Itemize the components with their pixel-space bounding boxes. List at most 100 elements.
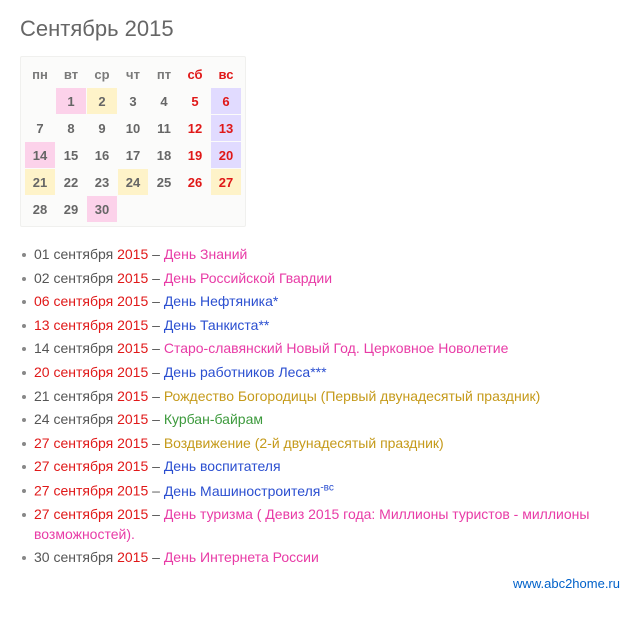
calendar-day: 17 (118, 142, 148, 168)
calendar-day: 8 (56, 115, 86, 141)
event-name[interactable]: Воздвижение (2-й двунадесятый праздник) (164, 435, 444, 451)
event-item: 30 сентября 2015 – День Интернета России (20, 548, 620, 568)
event-item: 27 сентября 2015 – День Машиностроителя-… (20, 481, 620, 501)
weekday-вт: вт (56, 61, 86, 87)
calendar-day: 20 (211, 142, 241, 168)
calendar-day: 6 (211, 88, 241, 114)
event-item: 24 сентября 2015 – Курбан-байрам (20, 410, 620, 430)
event-date: 27 сентября (34, 506, 117, 522)
calendar-day: 16 (87, 142, 117, 168)
calendar-day (25, 88, 55, 114)
event-year: 2015 (117, 293, 148, 309)
calendar-day: 28 (25, 196, 55, 222)
calendar-day: 30 (87, 196, 117, 222)
event-year: 2015 (117, 246, 148, 262)
event-date: 21 сентября (34, 388, 117, 404)
weekday-чт: чт (118, 61, 148, 87)
event-item: 13 сентября 2015 – День Танкиста** (20, 316, 620, 336)
calendar-day: 7 (25, 115, 55, 141)
calendar-day: 25 (149, 169, 179, 195)
event-name[interactable]: День Российской Гвардии (164, 270, 332, 286)
calendar-day: 19 (180, 142, 210, 168)
event-date: 14 сентября (34, 340, 117, 356)
weekday-сб: сб (180, 61, 210, 87)
calendar-row: 78910111213 (25, 115, 241, 141)
event-name[interactable]: День Танкиста** (164, 317, 270, 333)
event-item: 01 сентября 2015 – День Знаний (20, 245, 620, 265)
event-year: 2015 (117, 483, 148, 499)
event-name[interactable]: День Интернета России (164, 549, 319, 565)
event-suffix: -вс (320, 482, 334, 493)
events-list: 01 сентября 2015 – День Знаний 02 сентябр… (20, 245, 620, 568)
event-item: 14 сентября 2015 – Старо-славянский Новы… (20, 339, 620, 359)
event-year: 2015 (117, 317, 148, 333)
calendar: пнвтсрчтптсбвс 1234567891011121314151617… (20, 56, 246, 227)
event-date: 30 сентября (34, 549, 117, 565)
event-name[interactable]: День Нефтяника* (164, 293, 279, 309)
calendar-day: 10 (118, 115, 148, 141)
calendar-day: 27 (211, 169, 241, 195)
calendar-day: 4 (149, 88, 179, 114)
event-date: 13 сентября (34, 317, 117, 333)
event-year: 2015 (117, 435, 148, 451)
weekday-ср: ср (87, 61, 117, 87)
event-name[interactable]: Старо-славянский Новый Год. Церковное Но… (164, 340, 509, 356)
event-name[interactable]: День воспитателя (164, 458, 281, 474)
weekday-пн: пн (25, 61, 55, 87)
calendar-day: 14 (25, 142, 55, 168)
calendar-day (149, 196, 179, 222)
event-item: 27 сентября 2015 – День воспитателя (20, 457, 620, 477)
calendar-day: 29 (56, 196, 86, 222)
event-date: 02 сентября (34, 270, 117, 286)
calendar-row: 14151617181920 (25, 142, 241, 168)
calendar-day (211, 196, 241, 222)
calendar-day (118, 196, 148, 222)
calendar-day: 9 (87, 115, 117, 141)
event-year: 2015 (117, 549, 148, 565)
calendar-day: 12 (180, 115, 210, 141)
event-year: 2015 (117, 340, 148, 356)
event-year: 2015 (117, 506, 148, 522)
calendar-day: 23 (87, 169, 117, 195)
calendar-day: 24 (118, 169, 148, 195)
calendar-row: 21222324252627 (25, 169, 241, 195)
event-name[interactable]: Курбан-байрам (164, 411, 263, 427)
event-date: 27 сентября (34, 483, 117, 499)
event-year: 2015 (117, 388, 148, 404)
calendar-header: пнвтсрчтптсбвс (25, 61, 241, 87)
calendar-day: 11 (149, 115, 179, 141)
event-item: 27 сентября 2015 – Воздвижение (2-й двун… (20, 434, 620, 454)
event-year: 2015 (117, 458, 148, 474)
event-date: 27 сентября (34, 458, 117, 474)
calendar-day: 18 (149, 142, 179, 168)
event-year: 2015 (117, 411, 148, 427)
calendar-day: 22 (56, 169, 86, 195)
event-year: 2015 (117, 270, 148, 286)
event-item: 20 сентября 2015 – День работников Леса*… (20, 363, 620, 383)
calendar-day: 1 (56, 88, 86, 114)
event-item: 21 сентября 2015 – Рождество Богородицы … (20, 387, 620, 407)
calendar-day: 15 (56, 142, 86, 168)
calendar-day: 2 (87, 88, 117, 114)
calendar-day (180, 196, 210, 222)
event-item: 02 сентября 2015 – День Российской Гвард… (20, 269, 620, 289)
calendar-day: 26 (180, 169, 210, 195)
calendar-row: 282930 (25, 196, 241, 222)
event-name[interactable]: День работников Леса*** (164, 364, 327, 380)
page-title: Сентябрь 2015 (20, 16, 620, 42)
event-date: 06 сентября (34, 293, 117, 309)
event-name[interactable]: День Машиностроителя-вс (164, 483, 334, 499)
calendar-day: 5 (180, 88, 210, 114)
event-date: 20 сентября (34, 364, 117, 380)
footer-link[interactable]: www.abc2home.ru (20, 576, 620, 591)
event-date: 01 сентября (34, 246, 117, 262)
event-date: 24 сентября (34, 411, 117, 427)
weekday-вс: вс (211, 61, 241, 87)
weekday-пт: пт (149, 61, 179, 87)
event-year: 2015 (117, 364, 148, 380)
event-name[interactable]: Рождество Богородицы (Первый двунадесяты… (164, 388, 540, 404)
calendar-day: 3 (118, 88, 148, 114)
event-name[interactable]: День Знаний (164, 246, 248, 262)
event-date: 27 сентября (34, 435, 117, 451)
calendar-body: 1234567891011121314151617181920212223242… (25, 88, 241, 222)
